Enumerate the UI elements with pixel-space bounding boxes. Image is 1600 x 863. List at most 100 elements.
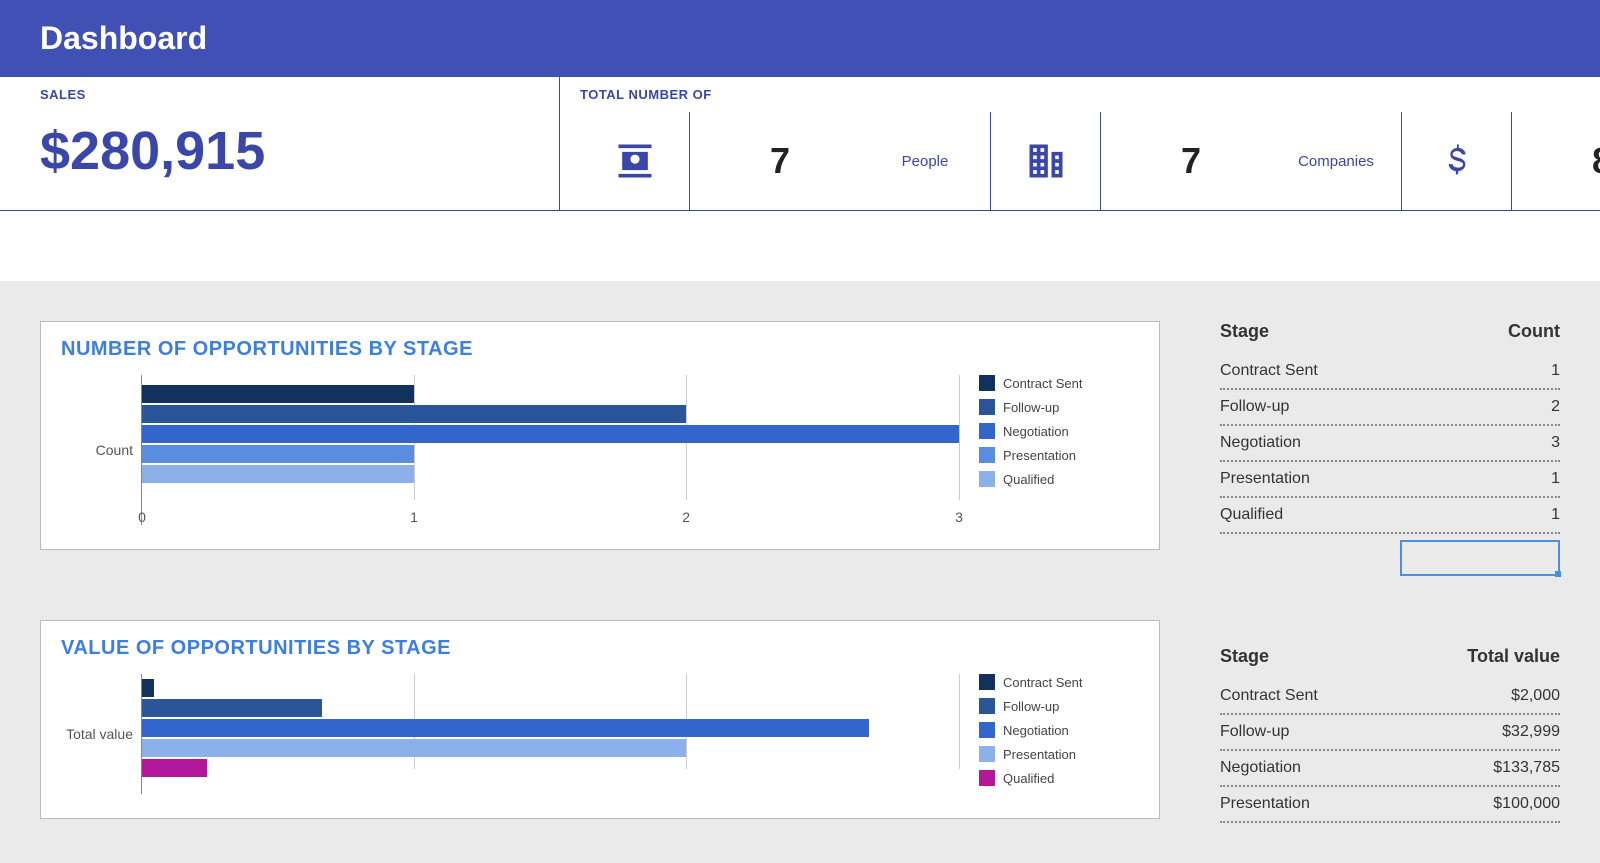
td-value: $133,785 [1493, 759, 1560, 777]
tick: 2 [682, 509, 690, 525]
totals-cards: 7 People 7 Companies 8 Op [580, 112, 1600, 210]
td-stage: Contract Sent [1220, 362, 1318, 380]
page-title: Dashboard [40, 20, 207, 56]
legend-item: Presentation [979, 447, 1139, 463]
totals-label: TOTAL NUMBER OF [580, 87, 1600, 102]
legend-label: Negotiation [1003, 424, 1069, 439]
legend-label: Presentation [1003, 747, 1076, 762]
table-row[interactable]: Contract Sent 1 [1220, 354, 1560, 390]
chart-plot [141, 674, 959, 794]
card-companies-count: 7 [1101, 140, 1281, 182]
table-row[interactable]: Follow-up$32,999 [1220, 715, 1560, 751]
card-opportunities[interactable]: 8 Op [1401, 112, 1600, 210]
bar-qualified [142, 759, 207, 777]
card-companies-label: Companies [1281, 153, 1401, 170]
td-count: 1 [1551, 362, 1560, 380]
legend-item: Follow-up [979, 399, 1139, 415]
dollar-icon [1402, 112, 1512, 210]
tick: 0 [138, 509, 146, 525]
chart-title: VALUE OF OPPORTUNITIES BY STAGE [61, 637, 1139, 660]
td-value: $100,000 [1493, 795, 1560, 813]
chart-title: NUMBER OF OPPORTUNITIES BY STAGE [61, 338, 1139, 361]
legend-label: Qualified [1003, 472, 1054, 487]
legend-label: Follow-up [1003, 400, 1059, 415]
td-stage: Presentation [1220, 795, 1310, 813]
td-value: $32,999 [1502, 723, 1560, 741]
legend-item: Negotiation [979, 423, 1139, 439]
legend-label: Contract Sent [1003, 376, 1083, 391]
chart-legend: Contract Sent Follow-up Negotiation Pres… [959, 674, 1139, 794]
tick: 3 [955, 509, 963, 525]
legend-label: Presentation [1003, 448, 1076, 463]
chart-legend: Contract Sent Follow-up Negotiation Pres… [959, 375, 1139, 525]
td-stage: Qualified [1220, 506, 1283, 524]
chart-opps-by-stage: NUMBER OF OPPORTUNITIES BY STAGE Count 0… [40, 321, 1160, 550]
legend-item: Qualified [979, 770, 1139, 786]
card-people-count: 7 [690, 140, 870, 182]
table-row[interactable]: Negotiation $133,785 [1220, 751, 1560, 787]
table-row[interactable]: Follow-up 2 [1220, 390, 1560, 426]
table-count-by-stage: Stage Count Contract Sent 1 Follow-up 2 Ne… [1220, 321, 1560, 576]
bar-follow-up [142, 405, 686, 423]
card-opportunities-count: 8 [1512, 140, 1600, 182]
th-stage: Stage [1220, 646, 1269, 667]
legend-item: Follow-up [979, 698, 1139, 714]
td-stage: Contract Sent [1220, 687, 1318, 705]
card-people[interactable]: 7 People [580, 112, 990, 210]
charts-column: NUMBER OF OPPORTUNITIES BY STAGE Count 0… [40, 321, 1160, 823]
td-stage: Negotiation [1220, 434, 1301, 452]
tick: 1 [410, 509, 418, 525]
legend-label: Follow-up [1003, 699, 1059, 714]
table-row[interactable]: Qualified 1 [1220, 498, 1560, 534]
card-companies[interactable]: 7 Companies [990, 112, 1401, 210]
th-stage: Stage [1220, 321, 1269, 342]
th-count: Count [1508, 321, 1560, 342]
table-row[interactable]: Contract Sent $2,000 [1220, 679, 1560, 715]
chart-area: Count 0 1 2 3 Contract Sent [61, 375, 1139, 525]
legend-label: Contract Sent [1003, 675, 1083, 690]
table-header: Stage Total value [1220, 646, 1560, 679]
table-header: Stage Count [1220, 321, 1560, 354]
td-stage: Follow-up [1220, 398, 1289, 416]
legend-item: Contract Sent [979, 375, 1139, 391]
chart-plot: 0 1 2 3 [141, 375, 959, 525]
bar-qualified [142, 465, 414, 483]
table-row[interactable]: Negotiation 3 [1220, 426, 1560, 462]
td-stage: Presentation [1220, 470, 1310, 488]
selected-cell[interactable] [1400, 540, 1560, 576]
chart-area: Total value Contract Sent Follow-up Nego… [61, 674, 1139, 794]
table-row[interactable]: Presentation $100,000 [1220, 787, 1560, 823]
page-header: Dashboard [0, 0, 1600, 77]
person-icon [580, 112, 690, 210]
sales-block: SALES $280,915 [0, 77, 560, 210]
legend-item: Negotiation [979, 722, 1139, 738]
legend-label: Negotiation [1003, 723, 1069, 738]
td-count: 1 [1551, 506, 1560, 524]
legend-item: Presentation [979, 746, 1139, 762]
bar-presentation [142, 445, 414, 463]
card-people-label: People [870, 153, 990, 170]
bar-negotiation [142, 425, 959, 443]
totals-block: TOTAL NUMBER OF 7 People 7 Companies [560, 77, 1600, 210]
td-count: 2 [1551, 398, 1560, 416]
chart-value-by-stage: VALUE OF OPPORTUNITIES BY STAGE Total va… [40, 620, 1160, 819]
td-count: 1 [1551, 470, 1560, 488]
building-icon [991, 112, 1101, 210]
table-value-by-stage: Stage Total value Contract Sent $2,000 Fo… [1220, 646, 1560, 823]
th-value: Total value [1467, 646, 1560, 667]
chart-ylabel: Count [61, 375, 141, 525]
legend-item: Qualified [979, 471, 1139, 487]
bar-negotiation [142, 719, 869, 737]
legend-label: Qualified [1003, 771, 1054, 786]
table-row[interactable]: Presentation 1 [1220, 462, 1560, 498]
bar-presentation [142, 739, 686, 757]
td-stage: Negotiation [1220, 759, 1301, 777]
metrics-row: SALES $280,915 TOTAL NUMBER OF 7 People … [0, 77, 1600, 211]
td-value: $2,000 [1511, 687, 1560, 705]
td-count: 3 [1551, 434, 1560, 452]
tables-column: Stage Count Contract Sent 1 Follow-up 2 Ne… [1220, 321, 1560, 823]
dashboard-body: NUMBER OF OPPORTUNITIES BY STAGE Count 0… [0, 281, 1600, 863]
bar-follow-up [142, 699, 322, 717]
legend-item: Contract Sent [979, 674, 1139, 690]
chart-ylabel: Total value [61, 674, 141, 794]
